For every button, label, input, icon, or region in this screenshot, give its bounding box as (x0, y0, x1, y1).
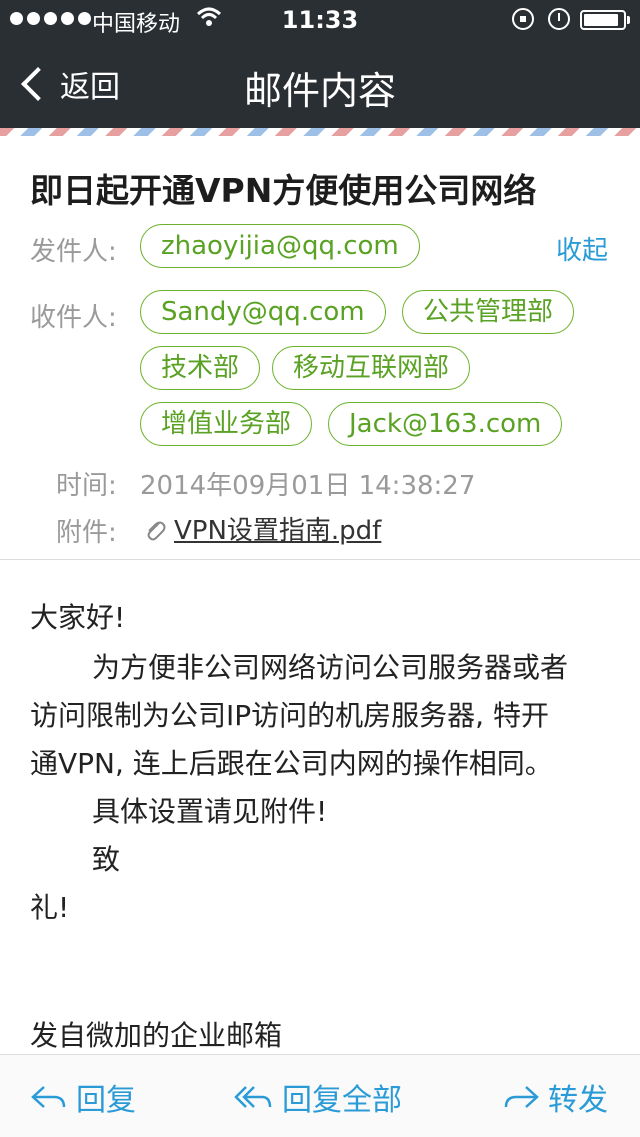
reply-all-label: 回复全部 (282, 1083, 402, 1118)
recipient-chip[interactable]: Jack@163.com (328, 402, 563, 446)
sender-chip[interactable]: zhaoyijia@qq.com (140, 224, 420, 268)
mail-time: 2014年09月01日 14:38:27 (140, 471, 476, 501)
battery-icon (580, 10, 630, 30)
recipient-chip[interactable]: 移动互联网部 (272, 346, 471, 390)
forward-icon (504, 1086, 539, 1108)
rotation-lock-icon (512, 8, 534, 30)
mail-signature: 发自微加的企业邮箱 (30, 1019, 283, 1052)
body-line: 通VPN, 连上后跟在公司内网的操作相同。 (30, 747, 553, 780)
divider (0, 559, 640, 560)
reply-all-icon (234, 1086, 272, 1108)
reply-button[interactable]: 回复 (30, 1075, 136, 1119)
time-label: 时间: (56, 471, 117, 501)
reply-label: 回复 (76, 1083, 136, 1118)
sender-label: 发件人: (30, 237, 117, 267)
status-bar: 中国移动 11:33 (0, 0, 640, 40)
recipient-chip[interactable]: Sandy@qq.com (140, 290, 386, 334)
page-title: 邮件内容 (243, 69, 396, 113)
reply-all-button[interactable]: 回复全部 (234, 1075, 402, 1119)
recipient-chip[interactable]: 公共管理部 (402, 290, 575, 334)
forward-label: 转发 (548, 1083, 608, 1118)
paperclip-icon (147, 521, 166, 540)
top-bar: 中国移动 11:33 返回 邮件内容 (0, 0, 640, 128)
body-line: 礼! (30, 891, 70, 924)
reply-icon (31, 1086, 66, 1108)
body-line: 大家好! (30, 601, 126, 634)
mail-subject: 即日起开通VPN方便使用公司网络 (30, 171, 537, 210)
recipient-chip[interactable]: 技术部 (140, 346, 261, 390)
recipient-chip[interactable]: 增值业务部 (140, 402, 313, 446)
bottom-toolbar: 回复 回复全部 转发 (0, 1054, 640, 1137)
envelope-stripe (0, 128, 640, 136)
body-line: 访问限制为公司IP访问的机房服务器, 特开 (30, 699, 549, 732)
body-line: 为方便非公司网络访问公司服务器或者 (92, 651, 569, 684)
collapse-button[interactable]: 收起 (556, 230, 608, 267)
body-line: 具体设置请见附件! (92, 795, 328, 828)
status-time: 11:33 (281, 6, 359, 34)
alarm-icon (548, 8, 570, 30)
attachment-filename[interactable]: VPN设置指南.pdf (174, 510, 381, 547)
forward-button[interactable]: 转发 (502, 1075, 608, 1119)
attachment-link[interactable]: VPN设置指南.pdf (144, 510, 381, 547)
attachment-label: 附件: (56, 518, 117, 548)
recipients-label: 收件人: (30, 303, 117, 333)
body-line: 致 (92, 843, 121, 876)
